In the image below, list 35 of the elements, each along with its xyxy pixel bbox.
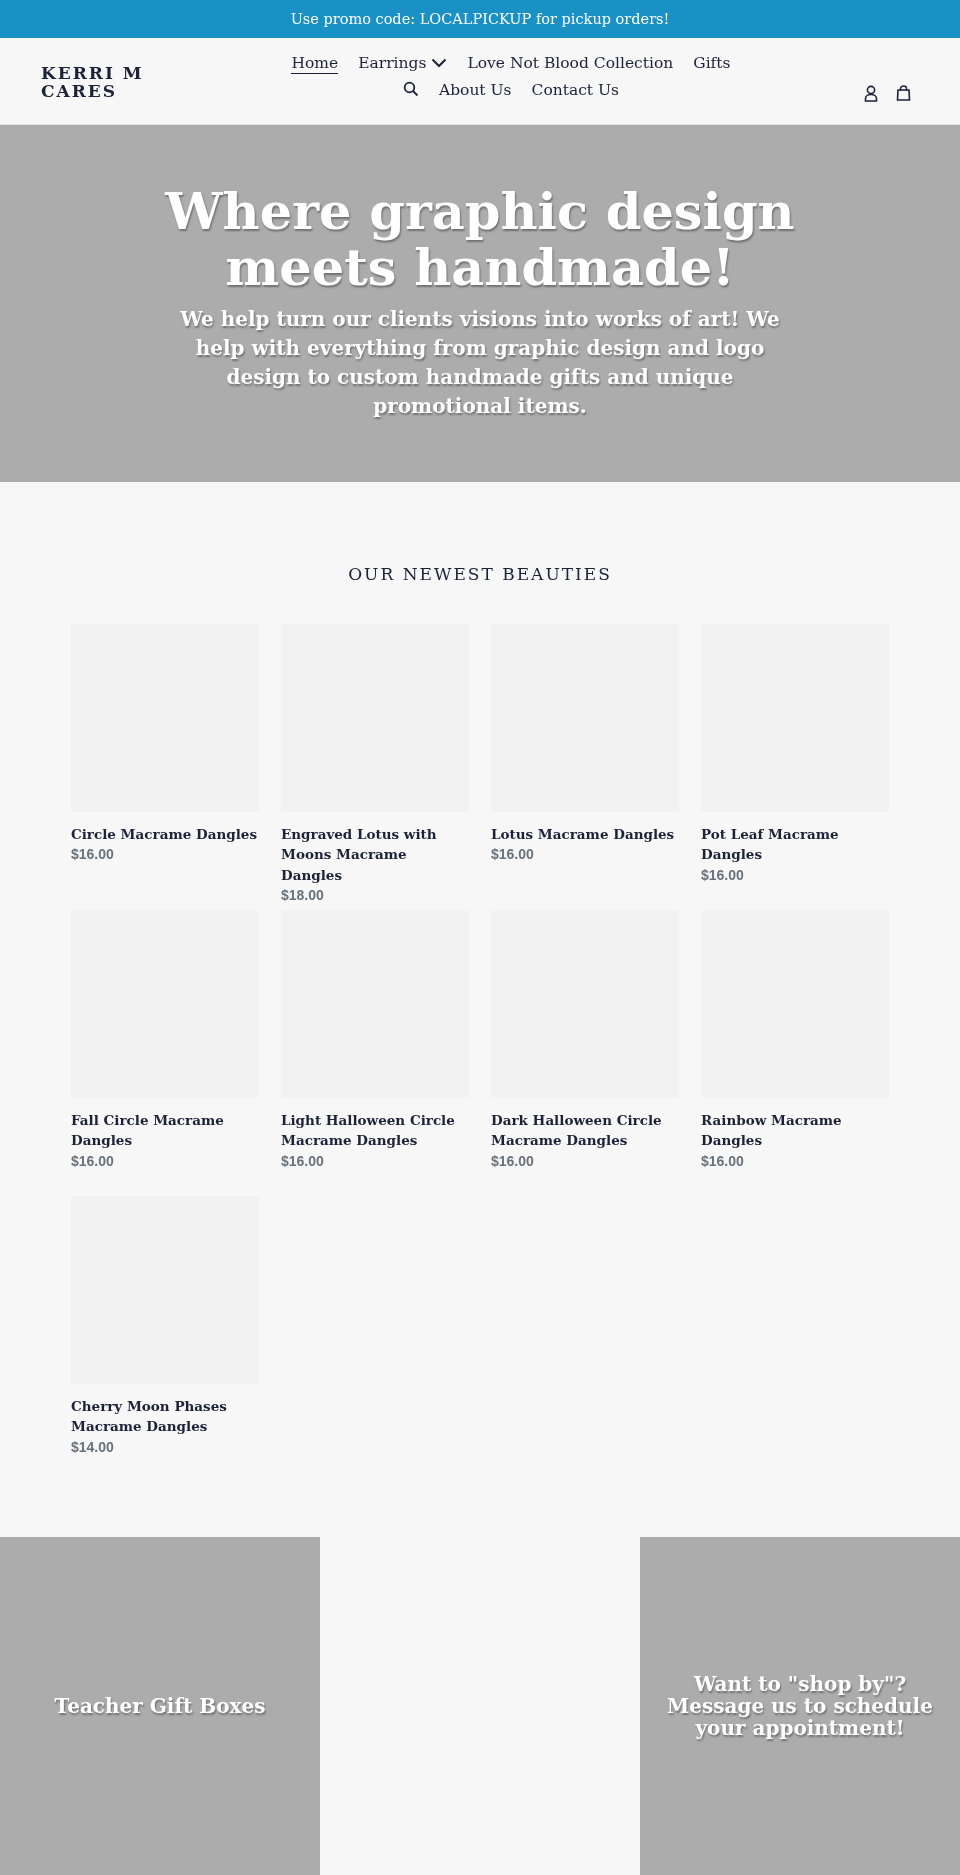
product-title[interactable]: Cherry Moon Phases Macrame Dangles: [71, 1396, 259, 1437]
section-title: OUR NEWEST BEAUTIES: [347, 564, 613, 584]
promo-text: Use promo code: LOCALPICKUP for pickup orders!: [290, 11, 670, 27]
product-title[interactable]: Rainbow Macrame Dangles: [701, 1110, 889, 1151]
nav-link[interactable]: Gifts: [693, 52, 731, 74]
product-title[interactable]: Circle Macrame Dangles: [71, 824, 259, 845]
hero-subtitle: We help turn our clients visions into works of art! We help with everything from graphic design and logo design to custom handmade gifts and unique promotional items.: [179, 306, 781, 421]
product-price: $16.00: [71, 1151, 115, 1171]
nav-link[interactable]: Contact Us: [531, 80, 620, 102]
product-price: $16.00: [491, 1151, 535, 1171]
hero-title: Where graphic design meets handmade!: [163, 183, 796, 296]
product-price: $16.00: [281, 1151, 325, 1171]
product-title[interactable]: Dark Halloween Circle Macrame Dangles: [491, 1110, 679, 1151]
product-title[interactable]: Fall Circle Macrame Dangles: [71, 1110, 259, 1151]
product-price: $18.00: [281, 885, 325, 905]
product-price: $14.00: [71, 1437, 115, 1457]
chevron-down-icon: [431, 57, 448, 68]
product-title[interactable]: Engraved Lotus with Moons Macrame Dangles: [281, 824, 469, 885]
product-title[interactable]: Light Halloween Circle Macrame Dangles: [281, 1110, 469, 1151]
product-price: $16.00: [701, 1151, 745, 1171]
nav-link[interactable]: Earrings: [358, 52, 448, 74]
nav-link[interactable]: About Us: [438, 80, 512, 102]
store-logo[interactable]: KERRI M CARES: [41, 65, 151, 101]
product-price: $16.00: [701, 865, 745, 885]
product-price: $16.00: [71, 845, 115, 865]
product-price: $16.00: [491, 845, 535, 865]
product-title[interactable]: Lotus Macrame Dangles: [491, 824, 679, 845]
nav-link[interactable]: Love Not Blood Collection: [467, 52, 674, 74]
shopping-bag-icon[interactable]: [896, 84, 911, 101]
tile-title: Want to "shop by"? Message us to schedule your appointment!: [666, 1673, 934, 1739]
nav-link[interactable]: Home: [291, 52, 339, 74]
search-icon[interactable]: [402, 80, 419, 97]
product-title[interactable]: Pot Leaf Macrame Dangles: [701, 824, 889, 865]
account-icon[interactable]: [864, 84, 878, 102]
tile-title: Teacher Gift Boxes: [53, 1695, 267, 1717]
